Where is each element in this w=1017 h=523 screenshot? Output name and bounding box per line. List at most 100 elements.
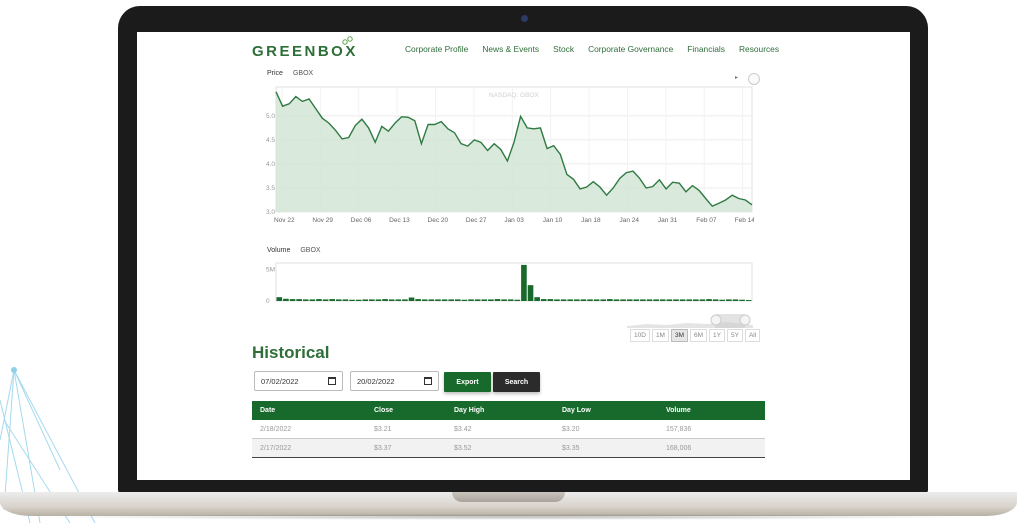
laptop-notch <box>452 492 565 502</box>
x-tick-label: Nov 22 <box>274 217 295 224</box>
export-button[interactable]: Export <box>444 372 491 392</box>
volume-bar <box>494 299 501 301</box>
volume-bar <box>666 299 673 301</box>
volume-bar <box>640 299 646 301</box>
chart-watermark: NASDAQ: GBOX <box>489 92 540 99</box>
header-volume[interactable]: Volume <box>666 407 765 414</box>
volume-bar <box>488 299 494 301</box>
nav-news-events[interactable]: News & Events <box>482 44 539 54</box>
range-button-3m[interactable]: 3M <box>670 329 688 342</box>
price-label: Price <box>267 70 283 77</box>
volume-bar <box>448 299 454 301</box>
header-close[interactable]: Close <box>374 407 454 414</box>
volume-bar <box>521 264 527 301</box>
x-tick-label: Dec 20 <box>428 217 449 224</box>
volume-bar <box>468 299 474 301</box>
cell-day-low: $3.35 <box>562 444 580 452</box>
volume-bar <box>501 299 507 301</box>
volume-bar <box>659 299 666 301</box>
x-tick-label: Dec 06 <box>351 217 372 224</box>
x-tick-label: Jan 10 <box>543 217 563 224</box>
volume-bar <box>388 299 395 301</box>
y-tick-label: 3.5 <box>266 185 275 192</box>
header-day-low[interactable]: Day Low <box>562 407 666 414</box>
chevron-right-icon[interactable]: ▸ <box>735 74 738 81</box>
volume-bar <box>435 299 441 301</box>
start-date-value: 07/02/2022 <box>261 377 299 386</box>
cell-date: 2/17/2022 <box>260 444 292 452</box>
volume-bar <box>587 299 593 301</box>
header-day-high[interactable]: Day High <box>454 407 562 414</box>
volume-bar <box>699 299 706 301</box>
volume-bar <box>322 299 329 301</box>
volume-bar <box>415 299 421 301</box>
volume-bar <box>455 299 461 301</box>
range-button-all[interactable]: All <box>744 329 761 342</box>
cell-close: $3.37 <box>374 444 392 452</box>
volume-bar <box>600 299 607 301</box>
volume-bar <box>554 299 560 301</box>
volume-bar <box>336 299 342 301</box>
range-button-1y[interactable]: 1Y <box>709 329 725 342</box>
nav-financials[interactable]: Financials <box>687 44 725 54</box>
volume-label: Volume <box>267 247 291 254</box>
volume-bar <box>329 299 335 301</box>
volume-bar <box>732 299 739 301</box>
plot-area <box>275 262 753 302</box>
volume-bar <box>514 299 521 301</box>
y-tick-label: 0 <box>266 298 270 303</box>
main-nav: Corporate Profile News & Events Stock Co… <box>405 44 779 54</box>
nav-corporate-governance[interactable]: Corporate Governance <box>588 44 673 54</box>
cell-close: $3.21 <box>374 425 392 433</box>
volume-bar <box>375 299 382 301</box>
volume-bar <box>382 299 388 301</box>
volume-bar <box>613 299 620 301</box>
range-button-6m[interactable]: 6M <box>690 329 708 342</box>
volume-bar <box>402 299 408 301</box>
volume-bar <box>342 299 349 301</box>
volume-bar <box>461 299 468 301</box>
volume-bar <box>276 297 283 301</box>
price-symbol: GBOX <box>292 70 314 77</box>
end-date-value: 20/02/2022 <box>357 377 395 386</box>
volume-bar <box>474 299 481 301</box>
volume-bar <box>739 299 745 301</box>
end-date-input[interactable]: 20/02/2022 <box>350 371 439 391</box>
range-button-1m[interactable]: 1M <box>651 329 669 342</box>
header-date[interactable]: Date <box>252 407 374 414</box>
nav-stock[interactable]: Stock <box>553 44 574 54</box>
volume-bar <box>633 299 640 301</box>
historical-title: Historical <box>252 343 330 362</box>
volume-bar <box>607 299 613 301</box>
volume-bar <box>547 299 554 301</box>
volume-bar <box>302 299 309 301</box>
volume-bar <box>593 299 600 301</box>
x-tick-label: Feb 07 <box>696 217 717 224</box>
volume-bar <box>369 299 375 301</box>
calendar-icon[interactable] <box>328 377 336 385</box>
search-button[interactable]: Search <box>493 372 540 392</box>
y-tick-label: 4.0 <box>266 161 275 168</box>
y-tick-label: 5.0 <box>266 113 275 120</box>
volume-bar <box>560 299 567 301</box>
price-chart: 5.0 4.5 4.0 3.5 3.0Nov 22 Nov 29 Dec 06 Dec 13 D… <box>266 86 754 224</box>
volume-bar <box>620 299 626 301</box>
range-button-10d[interactable]: 10D <box>630 329 650 342</box>
nav-resources[interactable]: Resources <box>739 44 779 54</box>
stage: GREENBOX Corporate Profile News & Events… <box>0 0 1017 523</box>
price-chart-label: Price GBOX <box>267 70 313 77</box>
volume-bar <box>726 299 732 301</box>
volume-bar <box>626 299 633 301</box>
nav-corporate-profile[interactable]: Corporate Profile <box>405 44 468 54</box>
volume-bar <box>712 299 719 301</box>
volume-bar <box>289 299 296 301</box>
volume-bar <box>653 299 659 301</box>
screen: GREENBOX Corporate Profile News & Events… <box>137 32 910 480</box>
start-date-input[interactable]: 07/02/2022 <box>254 371 343 391</box>
calendar-icon[interactable] <box>424 377 432 385</box>
range-button-5y[interactable]: 5Y <box>726 329 743 342</box>
range-navigator[interactable] <box>627 308 753 328</box>
y-tick-label: 4.5 <box>266 137 275 144</box>
cell-date: 2/18/2022 <box>260 425 292 433</box>
x-tick-label: Jan 24 <box>619 217 639 224</box>
